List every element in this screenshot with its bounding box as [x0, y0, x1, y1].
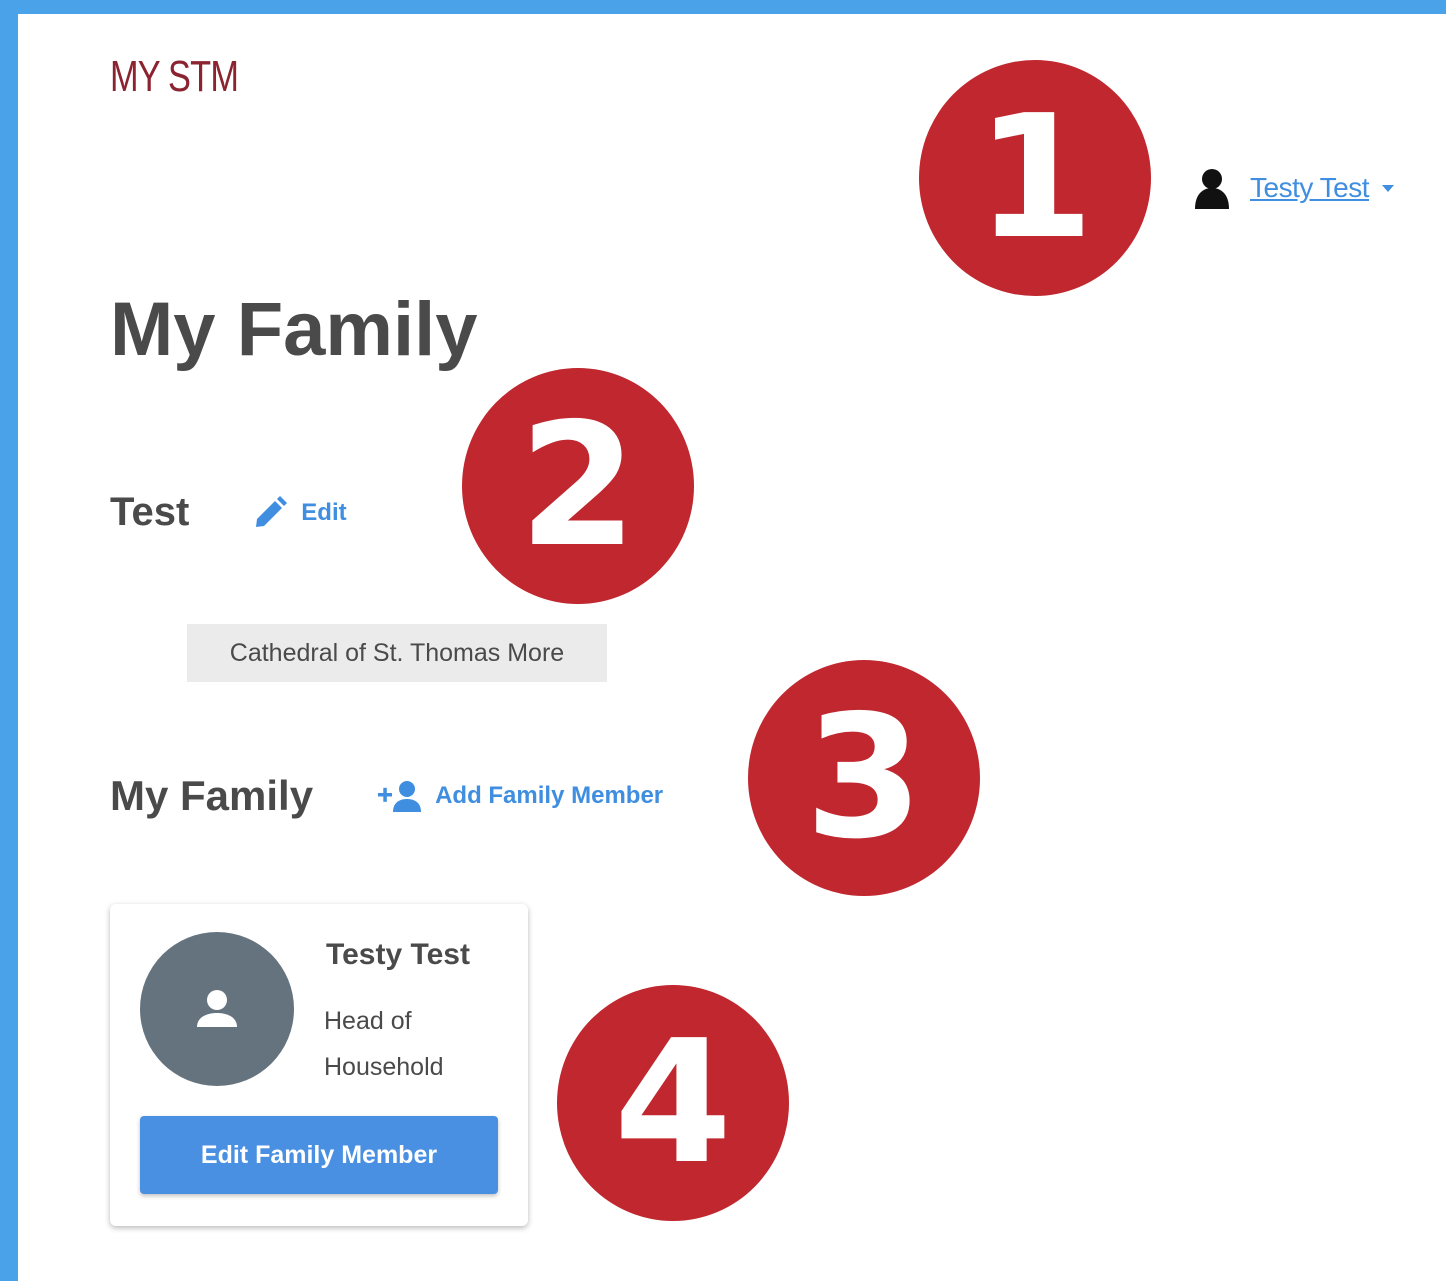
user-menu[interactable]: Testy Test [1192, 166, 1395, 210]
caret-down-icon[interactable] [1381, 183, 1395, 193]
family-heading: My Family [110, 772, 314, 819]
add-family-member-label: Add Family Member [435, 782, 664, 809]
family-member-card: Testy Test Head of Household Edit Family… [110, 904, 528, 1226]
person-icon [1195, 169, 1229, 209]
page-title: My Family [110, 287, 478, 372]
parish-chip: Cathedral of St. Thomas More [187, 624, 607, 682]
edit-organization-button[interactable]: Edit [253, 495, 347, 530]
user-name-link[interactable]: Testy Test [1250, 172, 1369, 204]
edit-family-member-button[interactable]: Edit Family Member [140, 1116, 498, 1194]
add-family-member-button[interactable]: Add Family Member [377, 780, 663, 812]
annotation-marker-2: 2 [462, 368, 694, 604]
member-role: Head of Household [324, 1007, 444, 1081]
avatar [140, 932, 294, 1086]
person-icon [197, 990, 237, 1027]
site-logo[interactable]: MY STM [110, 52, 239, 102]
family-section-header: My Family Add Family Member [110, 772, 663, 820]
organization-row: Test Edit [110, 490, 347, 535]
annotation-marker-1: 1 [919, 60, 1151, 296]
organization-name: Test [110, 490, 190, 534]
pencil-icon [256, 495, 288, 527]
annotation-marker-4: 4 [557, 985, 789, 1221]
edit-label: Edit [301, 498, 347, 526]
member-name: Testy Test [326, 938, 470, 971]
add-person-icon [378, 781, 422, 812]
annotation-marker-3: 3 [748, 660, 980, 896]
